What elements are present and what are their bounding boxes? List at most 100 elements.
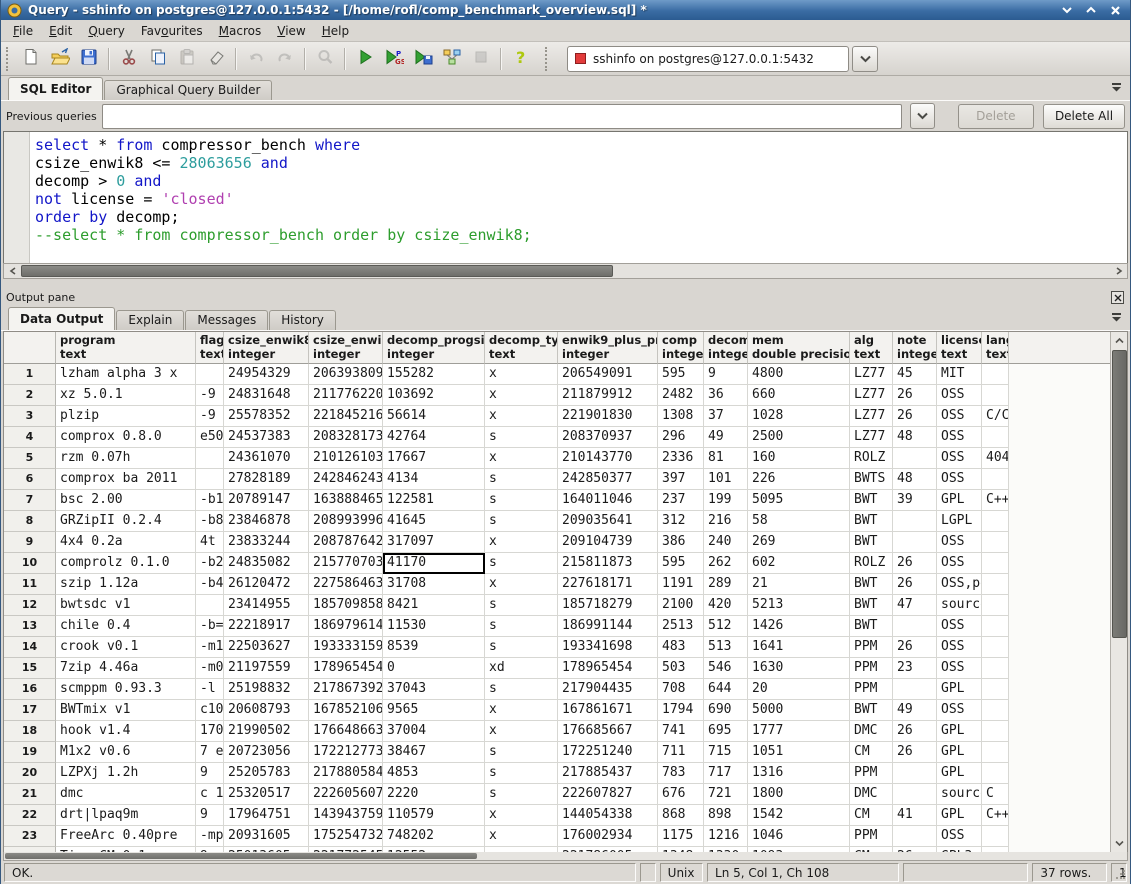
grid-cell[interactable]: 20931605 bbox=[224, 826, 309, 847]
grid-cell[interactable]: lzham alpha 3 x bbox=[56, 364, 196, 385]
grid-cell[interactable]: e500 bbox=[196, 427, 224, 448]
delete-all-button[interactable]: Delete All bbox=[1043, 104, 1125, 129]
grid-cell[interactable]: 37004 bbox=[383, 721, 485, 742]
grid-cell[interactable]: DMC bbox=[850, 721, 893, 742]
menu-favourites[interactable]: Favourites bbox=[133, 21, 211, 41]
grid-cell[interactable]: 23 bbox=[893, 658, 937, 679]
grid-cell[interactable]: 595 bbox=[658, 364, 704, 385]
grid-cell[interactable]: 711 bbox=[658, 742, 704, 763]
grid-cell[interactable]: 2220 bbox=[383, 784, 485, 805]
delete-button[interactable]: Delete bbox=[958, 104, 1034, 129]
grid-cell[interactable]: OSS bbox=[937, 406, 982, 427]
connection-dropdown-button[interactable] bbox=[852, 46, 878, 72]
grid-horizontal-scrollbar[interactable] bbox=[3, 852, 1128, 861]
row-number[interactable]: 10 bbox=[4, 553, 56, 574]
grid-cell[interactable]: OSS bbox=[937, 385, 982, 406]
grid-cell[interactable]: x bbox=[485, 532, 558, 553]
grid-cell[interactable]: 41 bbox=[893, 805, 937, 826]
grid-cell[interactable]: 513 bbox=[704, 637, 748, 658]
grid-cell[interactable]: 595 bbox=[658, 553, 704, 574]
grid-cell[interactable]: 186979614 bbox=[309, 616, 383, 637]
row-number[interactable]: 16 bbox=[4, 679, 56, 700]
grid-cell[interactable]: s bbox=[485, 637, 558, 658]
grid-cell[interactable]: OSS,pd bbox=[937, 574, 982, 595]
grid-cell[interactable]: s bbox=[485, 616, 558, 637]
column-header-csize_enwik9[interactable]: csize_enwik9integer bbox=[309, 332, 383, 364]
grid-cell[interactable]: 122581 bbox=[383, 490, 485, 511]
tab-graphical-query-builder[interactable]: Graphical Query Builder bbox=[104, 80, 272, 100]
row-number[interactable]: 18 bbox=[4, 721, 56, 742]
grid-cell[interactable]: s bbox=[485, 784, 558, 805]
grid-cell[interactable]: 26 bbox=[893, 721, 937, 742]
grid-cell[interactable]: OSS bbox=[937, 637, 982, 658]
grid-cell[interactable]: -mpp bbox=[196, 826, 224, 847]
row-number[interactable]: 9 bbox=[4, 532, 56, 553]
grid-cell[interactable] bbox=[982, 637, 1009, 658]
grid-cell[interactable]: x bbox=[485, 721, 558, 742]
grid-cell[interactable]: s bbox=[485, 553, 558, 574]
grid-cell[interactable]: LZ77 bbox=[850, 385, 893, 406]
grid-cell[interactable]: OSS bbox=[937, 658, 982, 679]
grid-cell[interactable]: 167852106 bbox=[309, 700, 383, 721]
grid-cell[interactable]: -b25 bbox=[196, 553, 224, 574]
grid-cell[interactable]: 206549091 bbox=[558, 364, 658, 385]
grid-cell[interactable]: 45 bbox=[893, 364, 937, 385]
grid-cell[interactable]: 9 bbox=[196, 805, 224, 826]
grid-cell[interactable]: c100 bbox=[196, 700, 224, 721]
grid-cell[interactable]: 17964751 bbox=[224, 805, 309, 826]
grid-cell[interactable]: 1641 bbox=[748, 637, 850, 658]
grid-cell[interactable]: 217885437 bbox=[558, 763, 658, 784]
grid-cell[interactable]: 178965454 bbox=[558, 658, 658, 679]
grid-cell[interactable]: 289 bbox=[704, 574, 748, 595]
grid-cell[interactable]: CM bbox=[850, 742, 893, 763]
grid-cell[interactable]: 199 bbox=[704, 490, 748, 511]
row-number[interactable]: 14 bbox=[4, 637, 56, 658]
grid-cell[interactable]: 0 bbox=[383, 658, 485, 679]
grid-cell[interactable]: 185718279 bbox=[558, 595, 658, 616]
grid-cell[interactable]: 208993996 bbox=[309, 511, 383, 532]
grid-cell[interactable] bbox=[982, 469, 1009, 490]
grid-cell[interactable]: comprolz 0.1.0 bbox=[56, 553, 196, 574]
grid-cell[interactable]: 22503627 bbox=[224, 637, 309, 658]
grid-cell[interactable]: -b10 bbox=[196, 490, 224, 511]
grid-cell[interactable]: 748202 bbox=[383, 826, 485, 847]
grid-cell[interactable]: BWTmix v1 bbox=[56, 700, 196, 721]
grid-cell[interactable]: 26 bbox=[893, 637, 937, 658]
grid-cell[interactable]: 193341698 bbox=[558, 637, 658, 658]
grid-cell[interactable]: scmppm 0.93.3 bbox=[56, 679, 196, 700]
grid-cell[interactable]: plzip bbox=[56, 406, 196, 427]
grid-cell[interactable] bbox=[196, 469, 224, 490]
grid-cell[interactable]: 81 bbox=[704, 448, 748, 469]
grid-cell[interactable]: 715 bbox=[704, 742, 748, 763]
grid-cell[interactable]: hook v1.4 bbox=[56, 721, 196, 742]
grid-cell[interactable]: szip 1.12a bbox=[56, 574, 196, 595]
grid-cell[interactable]: 11530 bbox=[383, 616, 485, 637]
row-number[interactable]: 19 bbox=[4, 742, 56, 763]
grid-cell[interactable]: 1777 bbox=[748, 721, 850, 742]
grid-cell[interactable]: 23846878 bbox=[224, 511, 309, 532]
grid-cell[interactable]: drt|lpaq9m bbox=[56, 805, 196, 826]
output-tab-data-output[interactable]: Data Output bbox=[8, 307, 115, 330]
grid-cell[interactable]: 1051 bbox=[748, 742, 850, 763]
grid-cell[interactable]: 602 bbox=[748, 553, 850, 574]
grid-cell[interactable]: source bbox=[937, 595, 982, 616]
menu-help[interactable]: Help bbox=[314, 21, 357, 41]
grid-cell[interactable]: OSS bbox=[937, 469, 982, 490]
column-header-decomp[interactable]: decompinteger bbox=[704, 332, 748, 364]
minimize-button[interactable] bbox=[1060, 3, 1074, 17]
toolbar-grip-2[interactable] bbox=[545, 47, 551, 71]
grid-cell[interactable]: 208370937 bbox=[558, 427, 658, 448]
grid-cell[interactable] bbox=[196, 595, 224, 616]
grid-cell[interactable]: 211879912 bbox=[558, 385, 658, 406]
grid-cell[interactable]: x bbox=[485, 406, 558, 427]
grid-cell[interactable]: ROLZ bbox=[850, 553, 893, 574]
grid-cell[interactable]: GPL bbox=[937, 679, 982, 700]
grid-cell[interactable]: 101 bbox=[704, 469, 748, 490]
column-header-program[interactable]: programtext bbox=[56, 332, 196, 364]
grid-cell[interactable]: 25198832 bbox=[224, 679, 309, 700]
grid-cell[interactable]: 690 bbox=[704, 700, 748, 721]
grid-cell[interactable]: xd bbox=[485, 658, 558, 679]
grid-cell[interactable]: 209035641 bbox=[558, 511, 658, 532]
tab-sql-editor[interactable]: SQL Editor bbox=[8, 77, 103, 100]
grid-cell[interactable]: 7zip 4.46a bbox=[56, 658, 196, 679]
